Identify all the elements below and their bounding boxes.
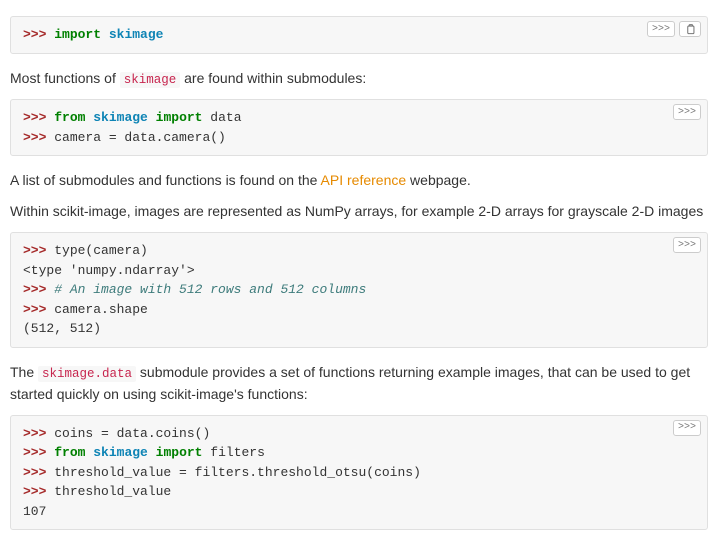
toggle-prompt-button[interactable]: >>> xyxy=(673,104,701,120)
code-block-3: >>> >>> type(camera) <type 'numpy.ndarra… xyxy=(10,232,708,348)
code-text: type(camera) xyxy=(54,243,148,258)
prompt: >>> xyxy=(23,27,54,42)
keyword: import xyxy=(54,27,101,42)
toggle-prompt-button[interactable]: >>> xyxy=(673,420,701,436)
output-line: <type 'numpy.ndarray'> xyxy=(23,261,695,281)
code-block-2: >>> >>> from skimage import data >>> cam… xyxy=(10,99,708,156)
module-name: skimage xyxy=(109,27,164,42)
code-line: >>> from skimage import data xyxy=(23,108,695,128)
module-name: skimage xyxy=(93,110,148,125)
code-actions: >>> xyxy=(673,104,701,120)
toggle-prompt-button[interactable]: >>> xyxy=(673,237,701,253)
keyword: from xyxy=(54,445,85,460)
prompt: >>> xyxy=(23,445,54,460)
prompt: >>> xyxy=(23,110,54,125)
inline-code: skimage xyxy=(120,72,181,88)
code-line: >>> camera.shape xyxy=(23,300,695,320)
code-text: threshold_value = filters.threshold_otsu… xyxy=(54,465,421,480)
output-text: (512, 512) xyxy=(23,321,101,336)
code-line: >>> threshold_value = filters.threshold_… xyxy=(23,463,695,483)
code-text: camera = data.camera() xyxy=(54,130,226,145)
text: A list of submodules and functions is fo… xyxy=(10,172,321,188)
code-text: camera.shape xyxy=(54,302,148,317)
prompt: >>> xyxy=(23,465,54,480)
space xyxy=(148,445,156,460)
code-line: >>> # An image with 512 rows and 512 col… xyxy=(23,280,695,300)
inline-code: skimage.data xyxy=(38,366,136,382)
prompt: >>> xyxy=(23,130,54,145)
output-text: 107 xyxy=(23,504,46,519)
prompt: >>> xyxy=(23,484,54,499)
code-line: >>> coins = data.coins() xyxy=(23,424,695,444)
text: webpage. xyxy=(406,172,471,188)
code-line: >>> threshold_value xyxy=(23,482,695,502)
prose-text: A list of submodules and functions is fo… xyxy=(10,170,708,191)
prose-text: Most functions of skimage are found with… xyxy=(10,68,708,90)
copy-button[interactable] xyxy=(679,21,701,37)
code-line: >>> type(camera) xyxy=(23,241,695,261)
keyword: import xyxy=(156,445,203,460)
code-text: coins = data.coins() xyxy=(54,426,210,441)
output-text: <type 'numpy.ndarray'> xyxy=(23,263,195,278)
code-block-1: >>> >>> import skimage xyxy=(10,16,708,54)
code-text: filters xyxy=(202,445,264,460)
prose-text: Within scikit-image, images are represen… xyxy=(10,201,708,222)
keyword: from xyxy=(54,110,85,125)
text: The xyxy=(10,364,38,380)
prompt: >>> xyxy=(23,426,54,441)
prompt: >>> xyxy=(23,282,54,297)
text: are found within submodules: xyxy=(180,70,366,86)
code-text: data xyxy=(202,110,241,125)
code-block-4: >>> >>> coins = data.coins() >>> from sk… xyxy=(10,415,708,531)
code-line: >>> camera = data.camera() xyxy=(23,128,695,148)
code-actions: >>> xyxy=(673,237,701,253)
toggle-prompt-button[interactable]: >>> xyxy=(647,21,675,37)
code-line: >>> import skimage xyxy=(23,25,695,45)
text: Most functions of xyxy=(10,70,120,86)
space xyxy=(101,27,109,42)
comment: # An image with 512 rows and 512 columns xyxy=(54,282,366,297)
code-actions: >>> xyxy=(647,21,701,37)
output-line: 107 xyxy=(23,502,695,522)
prompt: >>> xyxy=(23,302,54,317)
prompt: >>> xyxy=(23,243,54,258)
prose-text: The skimage.data submodule provides a se… xyxy=(10,362,708,405)
code-actions: >>> xyxy=(673,420,701,436)
api-reference-link[interactable]: API reference xyxy=(321,172,407,188)
module-name: skimage xyxy=(93,445,148,460)
space xyxy=(148,110,156,125)
output-line: (512, 512) xyxy=(23,319,695,339)
code-line: >>> from skimage import filters xyxy=(23,443,695,463)
keyword: import xyxy=(156,110,203,125)
code-text: threshold_value xyxy=(54,484,171,499)
clipboard-icon xyxy=(685,24,696,35)
